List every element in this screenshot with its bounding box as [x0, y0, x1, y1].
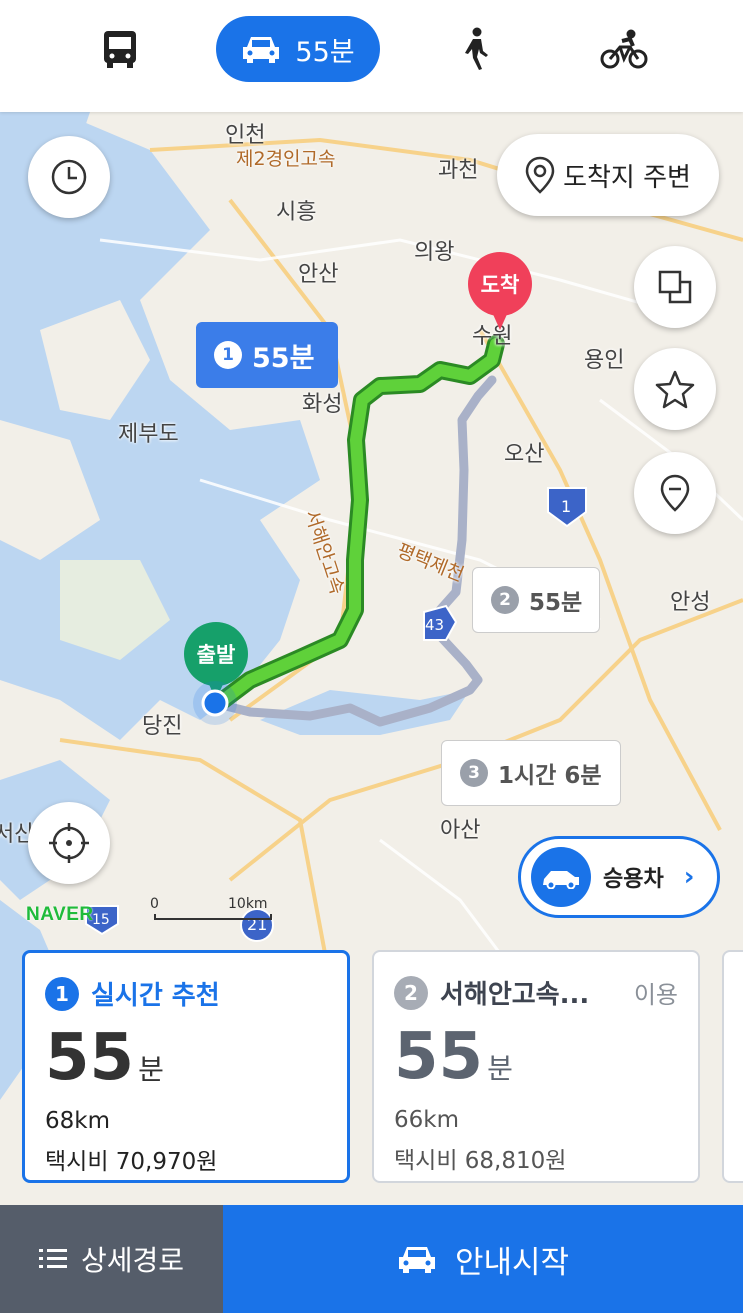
start-pin[interactable]: 출발 [184, 622, 248, 700]
scale-end: 10km [228, 896, 268, 912]
list-icon [38, 1249, 67, 1268]
sedan-icon [543, 871, 579, 889]
route-detail-button[interactable]: 상세경로 [0, 1205, 223, 1313]
route-card-time-unit: 분 [487, 1052, 513, 1085]
route-card-fare: 택시비 68,810원 [394, 1148, 567, 1174]
destination-pin[interactable]: 도착 [468, 252, 532, 330]
route-3-badge[interactable]: 3 1시간 6분 [441, 740, 621, 806]
route-card-header: 2 서해안고속... 이용 [394, 974, 678, 1011]
route-card-time: 55 분 [45, 1026, 327, 1090]
place-ansan: 안산 [298, 262, 339, 287]
place-osan: 오산 [504, 442, 545, 467]
mode-bus-button[interactable] [90, 16, 150, 82]
vehicle-type-label: 승용차 [603, 867, 664, 892]
route-2-time: 55분 [529, 590, 583, 616]
chevron-right-icon: › [683, 862, 695, 892]
place-hwaseong: 화성 [302, 392, 343, 417]
place-pin-button[interactable] [634, 452, 716, 534]
place-yongin: 용인 [584, 348, 625, 373]
start-navigation-label: 안내시작 [454, 1244, 570, 1281]
walk-icon [465, 27, 488, 70]
route-card-3-partial[interactable] [722, 950, 743, 1183]
route-1-time: 55분 [252, 342, 315, 374]
vehicle-type-button[interactable]: 승용차 › [518, 836, 720, 918]
route-card-2[interactable]: 2 서해안고속... 이용 55 분 66km 택시비 68,810원 [372, 950, 700, 1183]
scale-start: 0 [150, 896, 159, 912]
route-card-number: 1 [45, 976, 79, 1011]
route-card-number: 2 [394, 975, 428, 1010]
scale-bar [154, 914, 272, 920]
bottom-action-bar: 상세경로 안내시작 [0, 1205, 743, 1313]
highway-15-label: 15 [92, 912, 110, 928]
place-dangjin: 당진 [142, 714, 183, 739]
location-pin-icon [525, 156, 555, 194]
history-button[interactable] [28, 136, 110, 218]
route-card-time-value: 55 [394, 1020, 484, 1094]
route-2-badge[interactable]: 2 55분 [472, 567, 600, 633]
route-card-distance: 66km [394, 1107, 459, 1133]
route-2-number: 2 [491, 586, 519, 614]
route-detail-label: 상세경로 [80, 1244, 185, 1277]
mode-car-button[interactable]: 55분 [216, 16, 380, 82]
place-siheung: 시흥 [276, 200, 317, 225]
route-3-time: 1시간 6분 [498, 763, 602, 789]
start-navigation-button[interactable]: 안내시작 [223, 1205, 743, 1313]
route-card-title: 실시간 추천 [91, 981, 220, 1011]
location-pin-minus-icon [660, 474, 690, 512]
place-anseong: 안성 [670, 590, 711, 615]
crosshair-icon [49, 823, 89, 863]
place-jebudo: 제부도 [118, 422, 179, 447]
destination-nearby-button[interactable]: 도착지 주변 [497, 134, 719, 216]
route-card-time-unit: 분 [138, 1053, 164, 1086]
current-location-dot [193, 681, 237, 725]
place-uiwang: 의왕 [414, 240, 455, 265]
highway-1-label: 1 [561, 497, 572, 516]
vehicle-icon-circle [531, 847, 591, 907]
transport-mode-bar: 55분 [0, 0, 743, 112]
bike-icon [600, 29, 648, 69]
route-card-distance: 68km [45, 1108, 110, 1134]
route-card-1[interactable]: 1 실시간 추천 55 분 68km 택시비 70,970원 [22, 950, 350, 1183]
road-label-2: 제2경인고속 [236, 148, 336, 170]
route-card-time-value: 55 [45, 1021, 135, 1095]
route-3-number: 3 [460, 759, 488, 787]
layers-button[interactable] [634, 246, 716, 328]
star-icon [655, 370, 695, 409]
route-1-number: 1 [214, 341, 242, 369]
map-scale: 0 10km [150, 896, 276, 922]
destination-pin-label: 도착 [480, 273, 520, 297]
highway-43-label: 43 [425, 616, 445, 634]
car-icon [398, 1247, 435, 1273]
car-time-label: 55분 [295, 36, 355, 68]
route-card-fare: 택시비 70,970원 [45, 1149, 218, 1175]
car-icon [243, 37, 280, 63]
mode-walk-button[interactable] [446, 16, 506, 82]
route-card-time: 55 분 [394, 1025, 678, 1089]
route-card-extra: 이용 [633, 981, 678, 1009]
route-card-title: 서해안고속... [440, 980, 590, 1010]
layers-icon [658, 270, 692, 304]
destination-nearby-label: 도착지 주변 [563, 162, 691, 193]
current-location-button[interactable] [28, 802, 110, 884]
route-1-badge[interactable]: 1 55분 [196, 322, 338, 388]
mode-bike-button[interactable] [592, 16, 656, 82]
clock-icon [51, 159, 87, 195]
place-asan: 아산 [440, 818, 481, 843]
place-gwacheon: 과천 [438, 158, 479, 183]
naver-logo: NAVER [26, 904, 94, 925]
start-pin-label: 출발 [196, 643, 236, 667]
favorite-button[interactable] [634, 348, 716, 430]
bus-icon [104, 31, 136, 68]
route-card-header: 1 실시간 추천 [45, 975, 327, 1012]
